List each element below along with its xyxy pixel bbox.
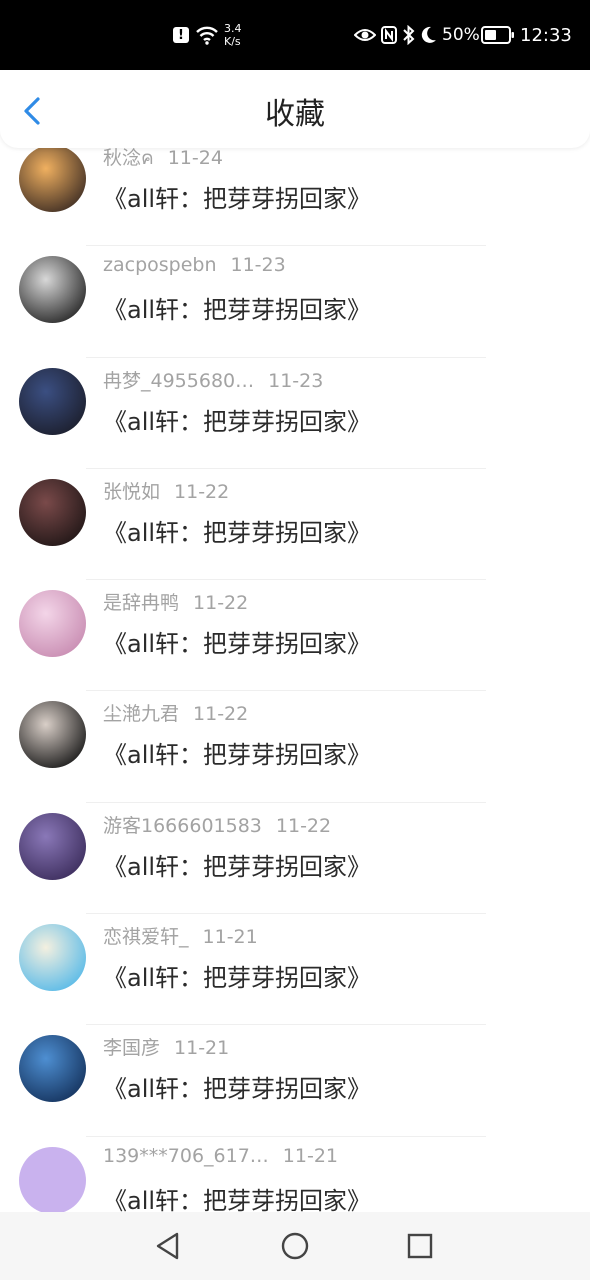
list-item[interactable]: 是辞冉鸭 11-22 《all轩：把芽芽拐回家》	[0, 580, 590, 692]
network-speed-unit: K/s	[224, 35, 241, 48]
item-meta: 李国彦 11-21	[103, 1033, 229, 1060]
date: 11-22	[174, 480, 230, 503]
item-meta: 张悦如 11-22	[103, 477, 229, 504]
clock: 12:33	[520, 24, 572, 46]
work-title[interactable]: 《all轩：把芽芽拐回家》	[103, 402, 371, 437]
battery-percent: 50%	[442, 25, 480, 45]
list-item[interactable]: 恋祺爱轩_ 11-21 《all轩：把芽芽拐回家》	[0, 914, 590, 1026]
wifi-icon	[195, 0, 219, 70]
avatar[interactable]	[19, 1035, 86, 1103]
list-item[interactable]: 李国彦 11-21 《all轩：把芽芽拐回家》	[0, 1025, 590, 1137]
nav-recents-button[interactable]	[402, 1228, 438, 1264]
date: 11-22	[193, 703, 249, 726]
date: 11-23	[230, 254, 286, 277]
date: 11-21	[174, 1037, 230, 1060]
username: 李国彦	[103, 1037, 161, 1060]
work-title[interactable]: 《all轩：把芽芽拐回家》	[103, 513, 371, 548]
list-item[interactable]: 张悦如 11-22 《all轩：把芽芽拐回家》	[0, 469, 590, 581]
avatar[interactable]	[19, 256, 86, 324]
avatar[interactable]	[19, 367, 86, 435]
item-meta: 139***706_617… 11-21	[103, 1145, 338, 1167]
username: zacpospebn	[103, 254, 217, 277]
username: 冉梦_4955680…	[103, 369, 255, 392]
date: 11-24	[167, 147, 223, 169]
work-title[interactable]: 《all轩：把芽芽拐回家》	[103, 290, 371, 325]
circle-home-icon	[281, 1232, 309, 1260]
do-not-disturb-icon	[421, 0, 437, 70]
username: 是辞冉鸭	[103, 592, 180, 615]
top-bar: 收藏	[0, 70, 590, 148]
triangle-back-icon	[156, 1232, 179, 1260]
square-recents-icon	[407, 1233, 433, 1259]
username: 张悦如	[103, 480, 161, 503]
username: 尘滟九君	[103, 703, 180, 726]
list-item[interactable]: 秋淰ค 11-24 《all轩：把芽芽拐回家》	[0, 135, 590, 247]
work-title[interactable]: 《all轩：把芽芽拐回家》	[103, 1069, 371, 1104]
avatar[interactable]	[19, 590, 86, 658]
alert-icon: !	[173, 27, 189, 43]
item-meta: zacpospebn 11-23	[103, 254, 286, 276]
avatar[interactable]	[19, 478, 86, 546]
date: 11-22	[275, 814, 332, 837]
work-title[interactable]: 《all轩：把芽芽拐回家》	[103, 735, 371, 770]
avatar[interactable]	[19, 924, 86, 992]
item-meta: 恋祺爱轩_ 11-21	[103, 922, 258, 949]
item-meta: 是辞冉鸭 11-22	[103, 588, 248, 615]
date: 11-22	[193, 592, 249, 615]
nav-home-button[interactable]	[277, 1228, 313, 1264]
eye-comfort-icon	[354, 0, 376, 70]
bluetooth-icon	[403, 0, 415, 70]
username: 游客1666601583	[103, 814, 262, 837]
date: 11-23	[268, 369, 324, 392]
network-speed: 3.4 K/s	[224, 0, 242, 70]
date: 11-21	[202, 926, 258, 949]
work-title[interactable]: 《all轩：把芽芽拐回家》	[103, 179, 371, 214]
favorites-list: 秋淰ค 11-24 《all轩：把芽芽拐回家》 zacpospebn 11-23 《all…	[0, 135, 590, 1248]
date: 11-21	[282, 1144, 339, 1167]
list-item[interactable]: 游客1666601583 11-22 《all轩：把芽芽拐回家》	[0, 803, 590, 915]
work-title[interactable]: 《all轩：把芽芽拐回家》	[103, 624, 371, 659]
avatar[interactable]	[19, 1146, 86, 1214]
page-title: 收藏	[265, 97, 325, 132]
list-item[interactable]: 冉梦_4955680… 11-23 《all轩：把芽芽拐回家》	[0, 358, 590, 469]
avatar[interactable]	[19, 812, 86, 880]
item-meta: 冉梦_4955680… 11-23	[103, 366, 323, 393]
network-speed-value: 3.4	[224, 22, 242, 35]
username: 139***706_617…	[103, 1144, 269, 1167]
avatar[interactable]	[19, 145, 86, 212]
work-title[interactable]: 《all轩：把芽芽拐回家》	[103, 1181, 371, 1216]
status-bar: ! 3.4 K/s 50% 12:33	[0, 0, 590, 70]
battery-icon	[481, 0, 515, 70]
item-meta: 游客1666601583 11-22	[103, 811, 331, 838]
list-item[interactable]: zacpospebn 11-23 《all轩：把芽芽拐回家》	[0, 246, 590, 358]
list-item[interactable]: 尘滟九君 11-22 《all轩：把芽芽拐回家》	[0, 691, 590, 803]
nfc-icon	[381, 0, 397, 70]
work-title[interactable]: 《all轩：把芽芽拐回家》	[103, 958, 371, 993]
nav-back-button[interactable]	[150, 1228, 186, 1264]
work-title[interactable]: 《all轩：把芽芽拐回家》	[103, 847, 371, 882]
username: 恋祺爱轩_	[103, 926, 189, 949]
system-nav-bar	[0, 1212, 590, 1280]
username: 秋淰ค	[103, 147, 154, 169]
avatar[interactable]	[19, 701, 86, 769]
item-meta: 尘滟九君 11-22	[103, 699, 248, 726]
